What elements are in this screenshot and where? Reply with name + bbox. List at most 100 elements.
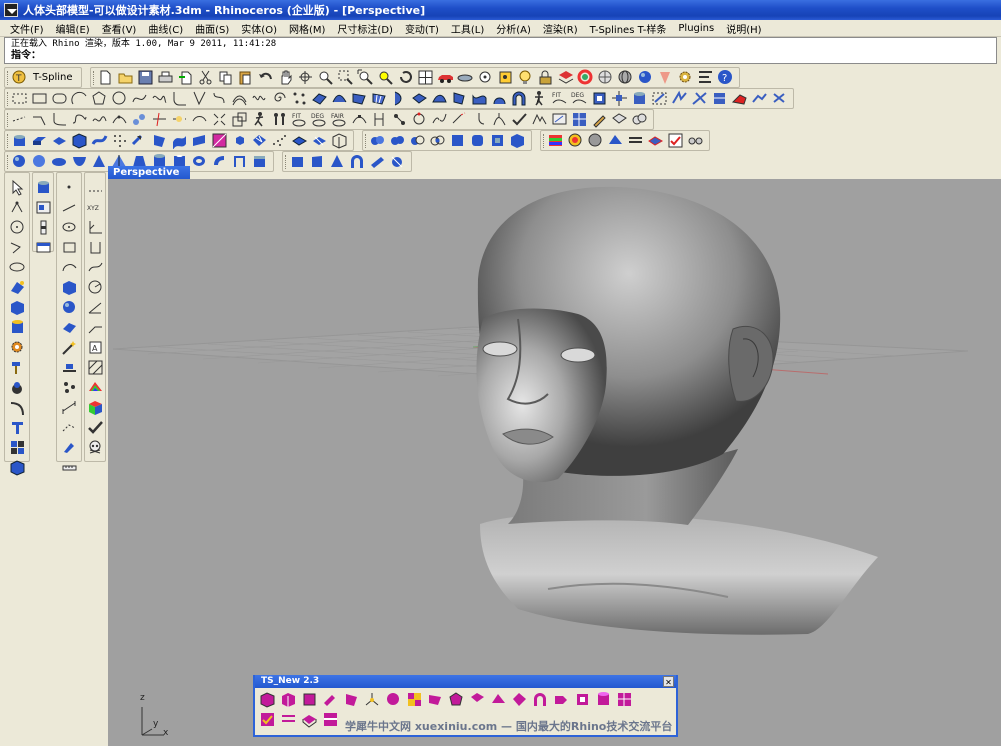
sphere-pair-icon[interactable] xyxy=(369,132,386,149)
angle-icon[interactable] xyxy=(87,299,104,316)
panel-icon[interactable] xyxy=(35,199,52,216)
fit-curve-icon[interactable]: FIT xyxy=(291,111,308,128)
blend-curve-icon[interactable] xyxy=(211,90,228,107)
extrude-curve-icon[interactable] xyxy=(309,153,326,170)
cone-icon[interactable] xyxy=(657,69,674,86)
sphere-shaded-icon[interactable] xyxy=(31,153,48,170)
cage-edit-icon[interactable] xyxy=(651,90,668,107)
explode-icon[interactable] xyxy=(211,111,228,128)
ts-cube-icon[interactable] xyxy=(301,691,318,708)
ts-box-icon[interactable] xyxy=(259,691,276,708)
rounded-rect-icon[interactable] xyxy=(51,90,68,107)
box-tool-icon[interactable] xyxy=(9,299,26,316)
ts-box-edit-icon[interactable] xyxy=(280,691,297,708)
ts-face-icon[interactable] xyxy=(574,691,591,708)
solid-edit-icon[interactable] xyxy=(611,111,628,128)
glasses-icon[interactable] xyxy=(687,132,704,149)
cylinder-icon[interactable] xyxy=(631,90,648,107)
undo-icon[interactable] xyxy=(257,69,274,86)
slab-icon[interactable] xyxy=(51,132,68,149)
network-surface-icon[interactable] xyxy=(371,90,388,107)
group-icon[interactable] xyxy=(61,379,78,396)
fair-icon[interactable]: FAIR xyxy=(331,111,348,128)
properties-icon[interactable] xyxy=(697,69,714,86)
dashed-rectangle-icon[interactable] xyxy=(11,90,28,107)
points-icon[interactable] xyxy=(291,90,308,107)
bend-icon[interactable] xyxy=(711,90,728,107)
rail-revolve-icon[interactable] xyxy=(491,90,508,107)
polyline-icon[interactable] xyxy=(11,111,28,128)
project-icon[interactable] xyxy=(551,111,568,128)
light-bulb-icon[interactable] xyxy=(517,69,534,86)
render-sphere-icon[interactable] xyxy=(597,69,614,86)
circle-tool-icon[interactable] xyxy=(9,219,26,236)
small-cube-icon[interactable] xyxy=(231,132,248,149)
rgb-cube-icon[interactable] xyxy=(87,399,104,416)
save-icon[interactable] xyxy=(137,69,154,86)
offset-curve-icon[interactable] xyxy=(231,90,248,107)
grid-tool-icon[interactable] xyxy=(9,439,26,456)
cap-icon[interactable] xyxy=(251,153,268,170)
edge-analysis-icon[interactable] xyxy=(647,132,664,149)
ts-pull-icon[interactable] xyxy=(343,691,360,708)
difference-icon[interactable] xyxy=(409,132,426,149)
pipe-icon[interactable] xyxy=(211,153,228,170)
adjust-seam-icon[interactable] xyxy=(411,111,428,128)
cut-icon[interactable] xyxy=(197,69,214,86)
menu-file[interactable]: 文件(F) xyxy=(6,21,48,36)
interp-curve-icon[interactable] xyxy=(151,90,168,107)
ts-toolbar-close-button[interactable]: ✕ xyxy=(663,676,674,687)
torus-icon[interactable] xyxy=(191,153,208,170)
polyline-tool-icon[interactable] xyxy=(9,239,26,256)
layer-icon[interactable] xyxy=(557,69,574,86)
curve-icon[interactable] xyxy=(131,90,148,107)
extrude-arch-icon[interactable] xyxy=(349,153,366,170)
polygon-icon[interactable] xyxy=(91,90,108,107)
perp-icon[interactable] xyxy=(87,219,104,236)
flow-along-icon[interactable] xyxy=(671,90,688,107)
surface-strip-icon[interactable] xyxy=(191,132,208,149)
surface-flat-icon[interactable] xyxy=(291,132,308,149)
box-solid-icon[interactable] xyxy=(71,132,88,149)
open-folder-icon[interactable] xyxy=(117,69,134,86)
import-icon[interactable] xyxy=(177,69,194,86)
intersect-icon[interactable] xyxy=(429,132,446,149)
menu-surface[interactable]: 曲面(S) xyxy=(191,21,233,36)
plane-tool-icon[interactable] xyxy=(61,319,78,336)
ellipsoid-icon[interactable] xyxy=(51,153,68,170)
sphere-tool-icon[interactable] xyxy=(61,299,78,316)
ts-edge-icon[interactable] xyxy=(280,711,297,728)
extrude-cap-icon[interactable] xyxy=(389,153,406,170)
tspline-icon[interactable]: T xyxy=(11,69,28,86)
slider-icon[interactable] xyxy=(35,219,52,236)
chamfer-icon[interactable] xyxy=(191,90,208,107)
brush-icon[interactable] xyxy=(591,111,608,128)
curvature-icon[interactable] xyxy=(567,132,584,149)
helix-icon[interactable] xyxy=(251,90,268,107)
scale-icon[interactable] xyxy=(231,111,248,128)
ts-weld-icon[interactable] xyxy=(469,691,486,708)
join-icon[interactable] xyxy=(191,111,208,128)
shaded-sphere-icon[interactable] xyxy=(637,69,654,86)
trim-icon[interactable] xyxy=(171,111,188,128)
pan-hand-icon[interactable] xyxy=(277,69,294,86)
rotate-view-icon[interactable] xyxy=(297,69,314,86)
fillet-curve-icon[interactable] xyxy=(171,90,188,107)
menu-help[interactable]: 说明(H) xyxy=(722,21,765,36)
revolve-icon[interactable] xyxy=(391,90,408,107)
car-icon[interactable] xyxy=(437,69,454,86)
environment-map-icon[interactable] xyxy=(587,132,604,149)
ts-select-icon[interactable] xyxy=(259,711,276,728)
ts-arch-icon[interactable] xyxy=(532,691,549,708)
leader-icon[interactable] xyxy=(87,319,104,336)
ts-toolbar-title-bar[interactable]: TS_New 2.3 ✕ xyxy=(255,675,676,688)
zoom-selected-icon[interactable] xyxy=(377,69,394,86)
ts-thicken-icon[interactable] xyxy=(301,711,318,728)
extend-icon[interactable] xyxy=(451,111,468,128)
paraboloid-icon[interactable] xyxy=(71,153,88,170)
person-icon[interactable] xyxy=(531,90,548,107)
curve-tool-icon[interactable] xyxy=(9,399,26,416)
ruler-icon[interactable] xyxy=(61,459,78,476)
options-gear-icon[interactable] xyxy=(677,69,694,86)
rect-tool-icon[interactable] xyxy=(61,239,78,256)
